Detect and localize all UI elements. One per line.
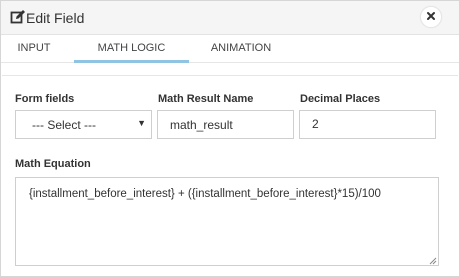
tab-bar: INPUT MATH LOGIC ANIMATION	[1, 35, 459, 63]
section-divider	[2, 75, 458, 76]
tab-content: Form fields --- Select --- ▼ Math Result…	[1, 63, 459, 276]
caret-down-icon: ▼	[137, 118, 146, 128]
dialog-header: Edit Field	[1, 1, 459, 35]
dialog-title: Edit Field	[26, 10, 85, 26]
edit-icon	[10, 9, 26, 25]
math-result-name-label: Math Result Name	[158, 93, 254, 105]
form-fields-label: Form fields	[15, 93, 75, 105]
edit-field-dialog: Edit Field INPUT MATH LOGIC ANIMATION Fo…	[0, 0, 460, 277]
close-button[interactable]	[420, 6, 442, 28]
math-equation-label: Math Equation	[15, 158, 91, 170]
math-equation-textarea[interactable]: {installment_before_interest} + ({instal…	[15, 177, 439, 266]
decimal-places-label: Decimal Places	[300, 93, 381, 105]
decimal-places-input[interactable]: 2	[299, 110, 436, 139]
tab-math-logic[interactable]: MATH LOGIC	[74, 35, 189, 63]
form-fields-select[interactable]: --- Select --- ▼	[15, 110, 152, 139]
resize-handle-icon[interactable]	[429, 256, 437, 265]
tab-animation[interactable]: ANIMATION	[196, 35, 286, 62]
tab-input[interactable]: INPUT	[1, 35, 67, 62]
math-result-name-input[interactable]: math_result	[157, 110, 294, 139]
close-icon	[426, 10, 436, 24]
